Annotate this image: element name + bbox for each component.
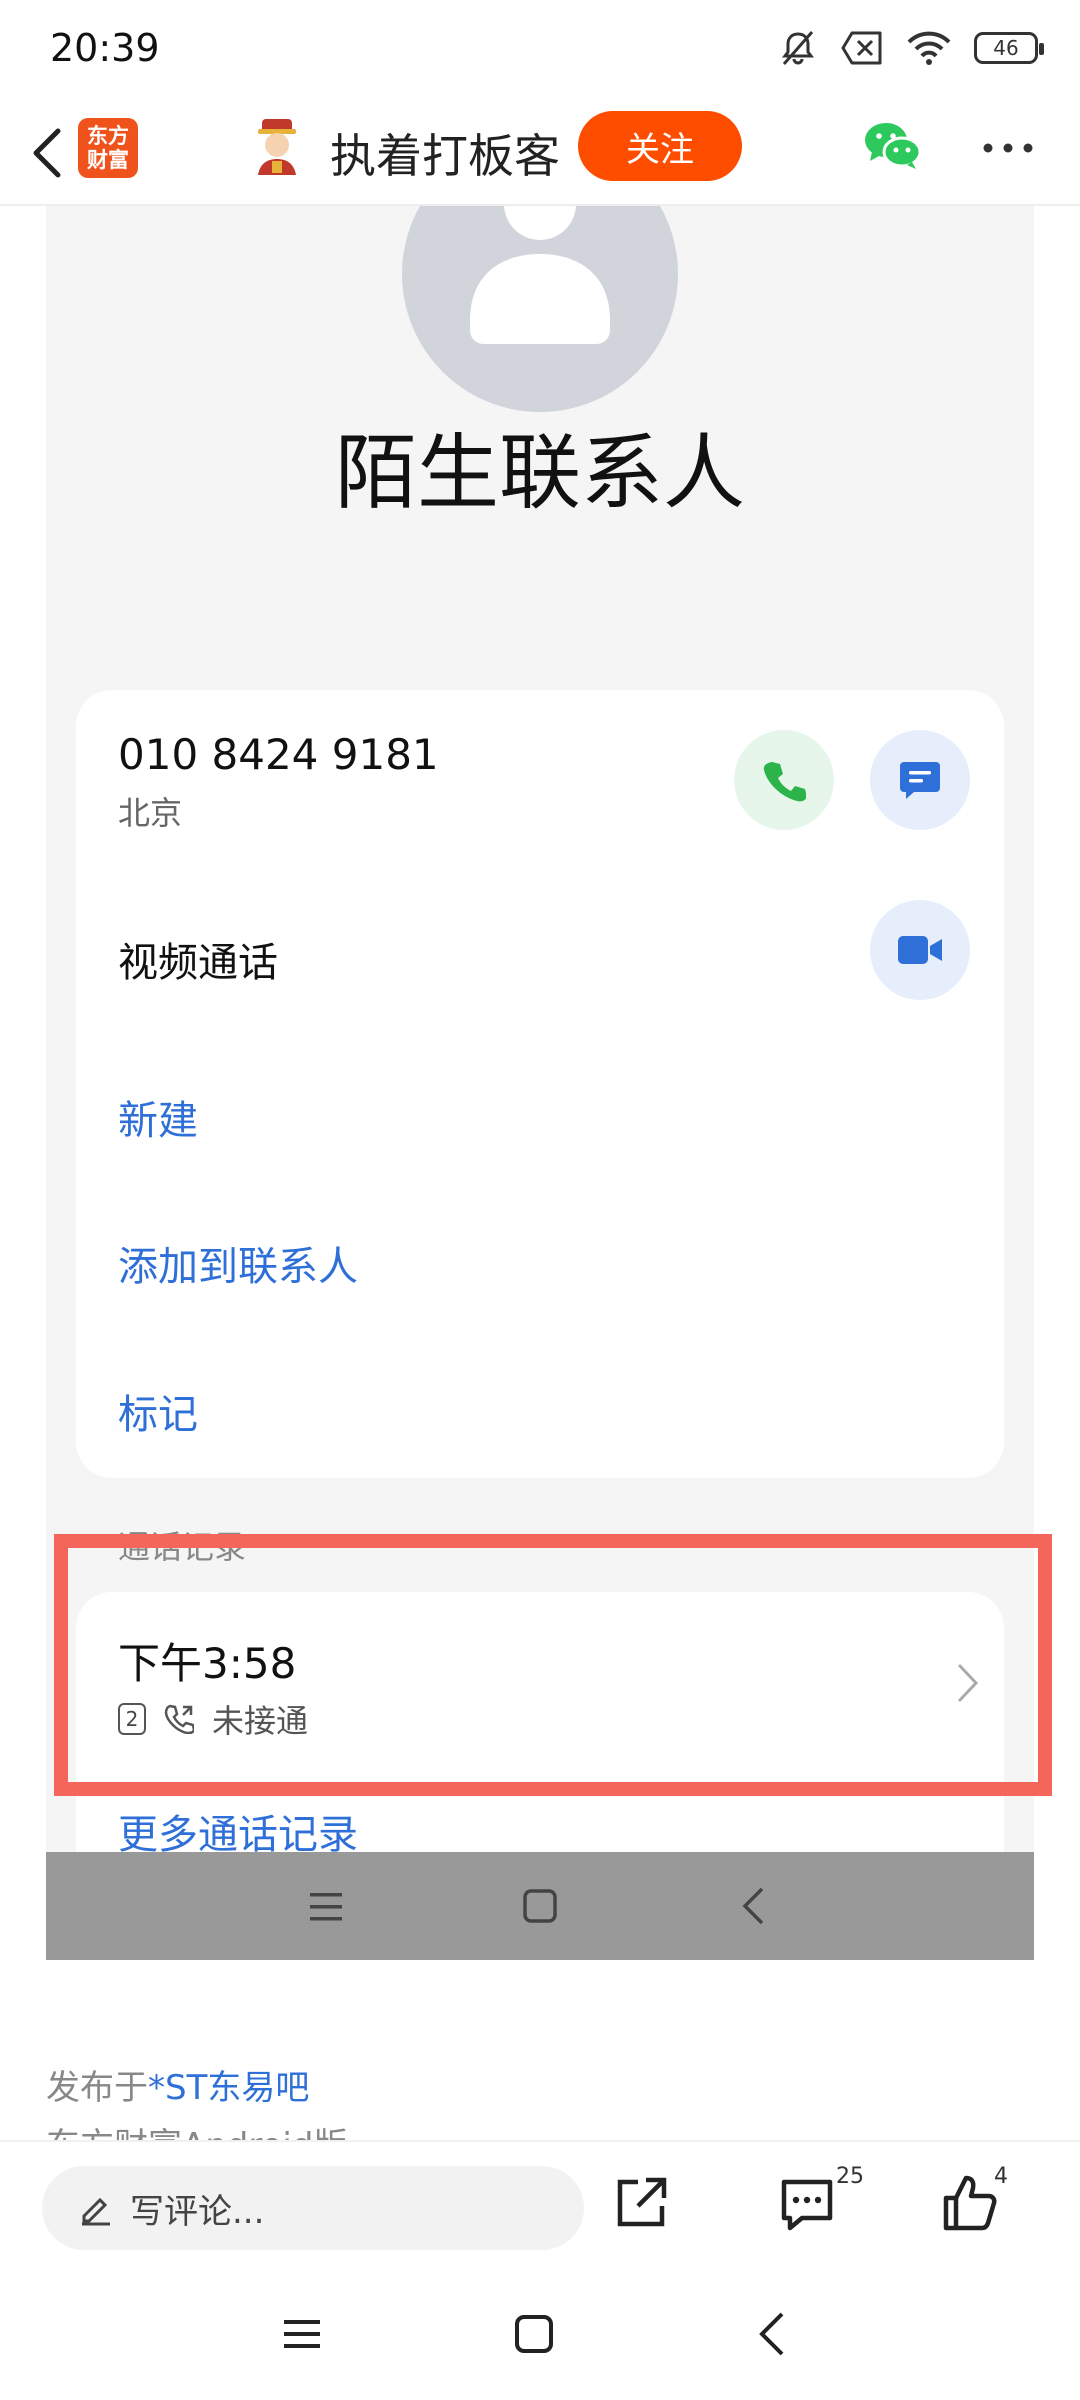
embedded-navigation-bar (46, 1852, 1034, 1960)
mark-number-link[interactable]: 标记 (118, 1382, 198, 1440)
message-button[interactable] (870, 730, 970, 830)
embedded-menu-icon (310, 1893, 342, 1921)
contact-info-card: 010 8424 9181 北京 视频通话 新建 添加到联系人 标记 (76, 690, 1004, 1478)
system-navigation-bar (0, 2270, 1080, 2400)
like-button[interactable] (940, 2172, 1002, 2234)
comment-input[interactable]: 写评论... (42, 2166, 584, 2250)
menu-icon[interactable] (282, 2314, 322, 2354)
fortune-god-avatar-icon (258, 119, 296, 175)
post-action-bar: 写评论... 25 4 (0, 2140, 1080, 2270)
add-to-contacts-link[interactable]: 添加到联系人 (118, 1234, 358, 1292)
likes-count: 4 (994, 2164, 1008, 2189)
status-time: 20:39 (50, 26, 160, 70)
post-source: 发布于*ST东易吧 (46, 2060, 309, 2109)
thumbs-up-icon (943, 2175, 997, 2231)
chevron-left-icon (33, 128, 61, 178)
wechat-icon (865, 123, 922, 169)
more-options-button[interactable] (978, 128, 1038, 168)
comment-placeholder: 写评论... (130, 2191, 265, 2232)
back-button[interactable] (18, 120, 78, 186)
phone-location: 北京 (118, 794, 183, 832)
comments-button[interactable] (776, 2174, 838, 2236)
phone-icon (763, 762, 806, 802)
contact-name: 陌生联系人 (334, 426, 745, 521)
video-call-label[interactable]: 视频通话 (118, 930, 278, 988)
post-published-prefix: 发布于 (46, 2068, 148, 2108)
more-dots-icon (983, 143, 1033, 153)
no-sim-icon (841, 31, 882, 65)
video-call-button[interactable] (870, 900, 970, 1000)
comments-count: 25 (836, 2164, 864, 2189)
battery-level: 46 (993, 36, 1019, 60)
home-icon[interactable] (514, 2314, 554, 2354)
new-contact-link[interactable]: 新建 (118, 1088, 198, 1146)
forum-link[interactable]: *ST东易吧 (148, 2068, 309, 2108)
app-logo[interactable]: 东方 财富 (78, 118, 138, 178)
share-button[interactable] (610, 2172, 672, 2234)
wifi-icon (907, 31, 951, 65)
phone-number: 010 8424 9181 (118, 730, 439, 779)
wechat-share-button[interactable] (862, 118, 924, 174)
pencil-icon (82, 2197, 110, 2226)
status-bar: 20:39 46 (0, 0, 1080, 100)
post-header: 东方 财富 执着打板客 关注 (0, 100, 1080, 206)
message-icon (900, 762, 940, 799)
user-name[interactable]: 执着打板客 (330, 120, 560, 186)
back-nav-icon[interactable] (756, 2310, 786, 2358)
share-icon (617, 2177, 667, 2227)
mute-icon (782, 31, 814, 65)
app-logo-line1: 东方 (87, 124, 129, 148)
app-logo-line2: 财富 (87, 148, 129, 172)
follow-button[interactable]: 关注 (578, 111, 742, 181)
embedded-home-icon (523, 1889, 557, 1923)
battery-icon: 46 (974, 32, 1044, 64)
comment-bubble-icon (781, 2179, 833, 2231)
person-silhouette-icon (470, 206, 610, 344)
user-avatar[interactable] (250, 117, 304, 175)
contact-avatar (402, 206, 678, 412)
status-icons: 46 (778, 28, 1044, 68)
call-button[interactable] (734, 730, 834, 830)
embedded-back-icon (742, 1887, 764, 1925)
highlight-box (54, 1534, 1052, 1796)
video-camera-icon (898, 936, 942, 964)
